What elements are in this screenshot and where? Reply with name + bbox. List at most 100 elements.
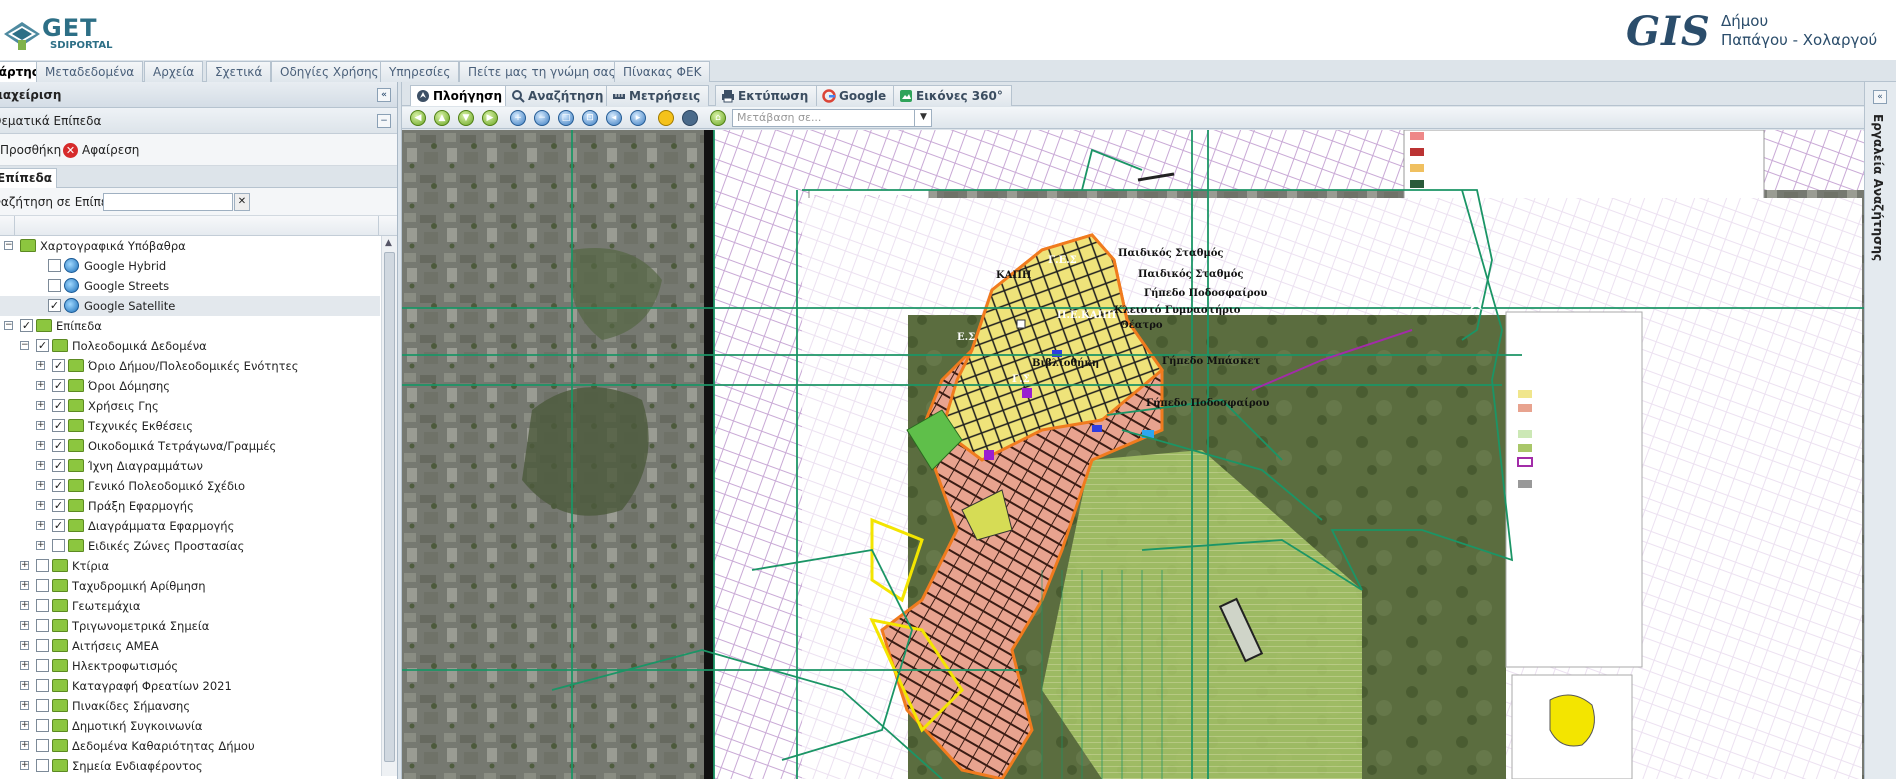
collapse-node-icon[interactable]: − (4, 241, 13, 250)
tree-row[interactable]: + Τριγωνομετρικά Σημεία (0, 616, 380, 636)
layer-checkbox[interactable]: ✓ (52, 399, 65, 412)
map-canvas[interactable]: Παιδικός Σταθμός Παιδικός Σταθμός Γήπεδο… (402, 130, 1864, 779)
layer-checkbox[interactable] (36, 739, 49, 752)
zoom-box-icon[interactable]: □ (558, 110, 574, 126)
scroll-up-icon[interactable]: ▲ (385, 238, 392, 248)
expand-node-icon[interactable]: + (20, 621, 29, 630)
pan-down-icon[interactable]: ▼ (458, 110, 474, 126)
tab-measurements[interactable]: Μετρήσεις (606, 85, 710, 106)
pan-up-icon[interactable]: ▲ (434, 110, 450, 126)
expand-node-icon[interactable]: + (36, 421, 45, 430)
tab-google[interactable]: Google (816, 85, 896, 106)
layer-checkbox[interactable] (36, 719, 49, 732)
layer-checkbox[interactable] (36, 599, 49, 612)
expand-node-icon[interactable]: + (36, 521, 45, 530)
tab-about[interactable]: Σχετικά (206, 61, 272, 82)
tab-metadata[interactable]: Μεταδεδομένα (36, 61, 144, 82)
layer-checkbox[interactable] (36, 559, 49, 572)
expand-node-icon[interactable]: + (36, 441, 45, 450)
tree-row[interactable]: + ✓ Όριο Δήμου/Πολεοδομικές Ενότητες (0, 356, 380, 376)
expand-node-icon[interactable]: + (20, 721, 29, 730)
tab-navigation[interactable]: Πλοήγηση (410, 85, 512, 106)
layer-search-input[interactable] (103, 193, 233, 211)
layer-checkbox[interactable] (48, 259, 61, 272)
layer-checkbox[interactable] (36, 619, 49, 632)
clear-search-button[interactable]: ✕ (234, 193, 250, 211)
collapse-node-icon[interactable]: − (20, 341, 29, 350)
remove-layer-button[interactable]: Αφαίρεση (82, 134, 139, 166)
expand-node-icon[interactable]: + (36, 401, 45, 410)
layer-checkbox[interactable] (36, 679, 49, 692)
tree-row[interactable]: + Ειδικές Ζώνες Προστασίας (0, 536, 380, 556)
layer-checkbox[interactable]: ✓ (52, 519, 65, 532)
tree-row[interactable]: + ✓ Διαγράμματα Εφαρμογής (0, 516, 380, 536)
tab-user-guide[interactable]: Οδηγίες Χρήσης (271, 61, 388, 82)
remove-icon[interactable]: ✕ (63, 143, 78, 158)
tree-row[interactable]: + Κτίρια (0, 556, 380, 576)
expand-node-icon[interactable]: + (20, 661, 29, 670)
tab-search[interactable]: Αναζήτηση (505, 85, 613, 106)
tree-row[interactable]: + ✓ Πράξη Εφαρμογής (0, 496, 380, 516)
layer-checkbox[interactable]: ✓ (48, 299, 61, 312)
layer-checkbox[interactable] (36, 699, 49, 712)
layer-checkbox[interactable]: ✓ (52, 459, 65, 472)
expand-node-icon[interactable]: + (20, 561, 29, 570)
layer-checkbox[interactable]: ✓ (52, 479, 65, 492)
tree-row[interactable]: Google Hybrid (0, 256, 380, 276)
tree-row[interactable]: + ✓ Οικοδομικά Τετράγωνα/Γραμμές (0, 436, 380, 456)
expand-node-icon[interactable]: + (36, 541, 45, 550)
tree-row[interactable]: + ✓ Γενικό Πολεοδομικό Σχέδιο (0, 476, 380, 496)
zoom-next-icon[interactable]: ▸ (630, 110, 646, 126)
tab-print[interactable]: Εκτύπωση (715, 85, 818, 106)
collapse-node-icon[interactable]: − (4, 321, 13, 330)
layer-checkbox[interactable] (36, 639, 49, 652)
expand-node-icon[interactable]: + (36, 481, 45, 490)
expand-node-icon[interactable]: + (20, 761, 29, 770)
tab-services[interactable]: Υπηρεσίες (380, 61, 460, 82)
tree-row[interactable]: + Πινακίδες Σήμανσης (0, 696, 380, 716)
scrollbar-thumb[interactable] (384, 252, 395, 762)
tree-row[interactable]: + Δεδομένα Καθαριότητας Δήμου (0, 736, 380, 756)
expand-node-icon[interactable]: + (36, 461, 45, 470)
expand-node-icon[interactable]: + (36, 361, 45, 370)
layer-checkbox[interactable] (48, 279, 61, 292)
expand-node-icon[interactable]: + (20, 601, 29, 610)
tree-row[interactable]: ✓ Google Satellite (0, 296, 380, 316)
expand-node-icon[interactable]: + (36, 501, 45, 510)
map-svg[interactable]: Παιδικός Σταθμός Παιδικός Σταθμός Γήπεδο… (402, 130, 1864, 779)
expand-node-icon[interactable]: + (20, 581, 29, 590)
goto-dropdown-icon[interactable]: ▼ (914, 109, 932, 127)
tree-row[interactable]: + Γεωτεμάχια (0, 596, 380, 616)
layer-checkbox[interactable]: ✓ (52, 379, 65, 392)
layer-checkbox[interactable] (36, 579, 49, 592)
goto-location-input[interactable]: Μετάβαση σε... (732, 109, 932, 127)
layer-checkbox[interactable]: ✓ (36, 339, 49, 352)
layer-checkbox[interactable] (36, 759, 49, 772)
tree-row[interactable]: + Ταχυδρομική Αρίθμηση (0, 576, 380, 596)
zoom-out-icon[interactable]: − (534, 110, 550, 126)
getsdi-logo[interactable]: GET SDIPORTAL (0, 6, 112, 58)
tab-360-images[interactable]: Εικόνες 360° (893, 85, 1012, 106)
layer-checkbox[interactable]: ✓ (52, 419, 65, 432)
layer-checkbox[interactable]: ✓ (20, 319, 33, 332)
tree-row[interactable]: + Δημοτική Συγκοινωνία (0, 716, 380, 736)
zoom-previous-icon[interactable]: ◂ (606, 110, 622, 126)
tab-feedback[interactable]: Πείτε μας τη γνώμη σας (459, 61, 625, 82)
expand-node-icon[interactable]: + (20, 701, 29, 710)
pan-left-icon[interactable]: ◀ (410, 110, 426, 126)
tree-row[interactable]: + ✓ Όροι Δόμησης (0, 376, 380, 396)
layer-checkbox[interactable] (36, 659, 49, 672)
add-layer-button[interactable]: Προσθήκη (0, 134, 61, 166)
layer-checkbox[interactable]: ✓ (52, 439, 65, 452)
layer-checkbox[interactable] (52, 539, 65, 552)
tree-scrollbar[interactable]: ▲ (381, 236, 397, 776)
tree-row[interactable]: + Σημεία Ενδιαφέροντος (0, 756, 380, 776)
minimize-section-button[interactable]: − (377, 114, 391, 128)
collapse-panel-button[interactable]: « (377, 88, 391, 102)
go-home-icon[interactable]: ⌂ (710, 110, 726, 126)
tree-row[interactable]: − Χαρτογραφικά Υπόβαθρα (0, 236, 380, 256)
expand-panel-button[interactable]: « (1873, 90, 1887, 104)
pan-right-icon[interactable]: ▶ (482, 110, 498, 126)
tab-layers[interactable]: Επίπεδα (0, 168, 58, 188)
tree-row[interactable]: + Καταγραφή Φρεατίων 2021 (0, 676, 380, 696)
